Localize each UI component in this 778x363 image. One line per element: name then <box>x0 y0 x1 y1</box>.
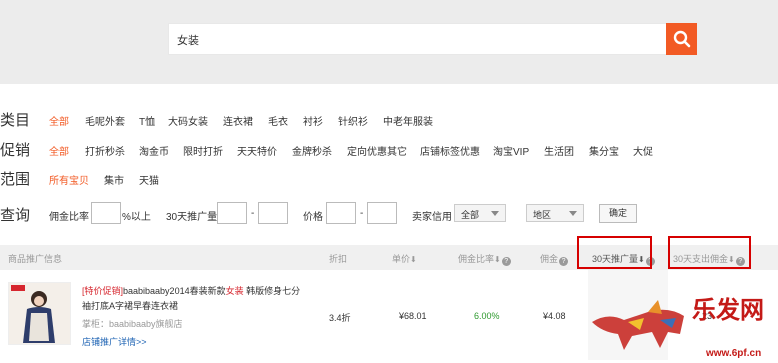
help-icon[interactable]: ? <box>559 257 569 266</box>
search-icon <box>673 30 691 48</box>
product-title-line1[interactable]: [特价促销]baabibaaby2014春装新款女装 韩版修身七分 <box>82 284 300 297</box>
region-select[interactable]: 地区 <box>526 204 584 222</box>
commission-rate-input[interactable] <box>91 202 121 224</box>
header-price[interactable]: 单价⬇ <box>392 252 417 265</box>
sales-max-input[interactable] <box>258 202 288 224</box>
promotion-option-all[interactable]: 全部 <box>49 143 69 158</box>
header-commission-rate-label: 佣金比率 <box>458 254 495 264</box>
category-option-sweater[interactable]: 毛衣 <box>268 113 288 128</box>
sales-min-input[interactable] <box>217 202 247 224</box>
scope-option-market[interactable]: 集市 <box>104 172 124 187</box>
category-option-tshirt[interactable]: T恤 <box>139 113 155 128</box>
region-value: 地区 <box>533 210 552 220</box>
header-commission-rate[interactable]: 佣金比率⬇? <box>458 252 511 266</box>
shop-detail-link[interactable]: 店铺推广详情>> <box>82 335 147 348</box>
highlight-box-sales <box>577 236 652 269</box>
category-option-dress[interactable]: 连衣裙 <box>223 113 253 128</box>
highlight-box-payout <box>668 236 751 269</box>
chevron-down-icon <box>491 211 499 216</box>
header-price-label: 单价 <box>392 254 411 264</box>
promotion-option-daily-deal[interactable]: 天天特价 <box>237 143 277 158</box>
promotion-option-flash-sale[interactable]: 打折秒杀 <box>85 143 125 158</box>
category-option-shirt[interactable]: 衬衫 <box>303 113 323 128</box>
seller-credit-value: 全部 <box>461 210 480 220</box>
shop-name: 掌柜：baabibaaby旗舰店 <box>82 319 183 329</box>
promotion-option-jifenbao[interactable]: 集分宝 <box>589 143 619 158</box>
promo-tag: [特价促销] <box>82 286 124 296</box>
cell-discount: 3.4折 <box>329 313 351 323</box>
price-label: 价格 <box>303 212 323 223</box>
confirm-button[interactable]: 确定 <box>599 204 637 223</box>
scope-option-tmall[interactable]: 天猫 <box>139 172 159 187</box>
product-title-a: baabibaaby2014春装新款 <box>123 286 226 296</box>
watermark-url: www.6pf.cn <box>706 348 762 359</box>
product-thumbnail[interactable] <box>8 282 71 345</box>
promotion-option-targeted[interactable]: 定向优惠其它 <box>347 143 407 158</box>
category-option-elderly[interactable]: 中老年服装 <box>383 113 433 128</box>
sort-down-icon: ⬇ <box>410 255 417 264</box>
category-option-wool-coat[interactable]: 毛呢外套 <box>85 113 125 128</box>
sales-range-dash: - <box>251 208 255 219</box>
scope-label: 范围 <box>0 171 31 188</box>
promotion-option-life-group[interactable]: 生活团 <box>544 143 574 158</box>
price-min-input[interactable] <box>326 202 356 224</box>
category-label: 类目 <box>0 112 31 129</box>
promotion-label: 促销 <box>0 142 31 159</box>
seller-credit-select[interactable]: 全部 <box>454 204 506 222</box>
price-max-input[interactable] <box>367 202 397 224</box>
header-product-info: 商品推广信息 <box>8 254 63 264</box>
cell-commission-rate: 6.00% <box>474 311 500 321</box>
table-header <box>0 245 778 270</box>
category-option-all[interactable]: 全部 <box>49 113 69 128</box>
search-input[interactable]: 女装 <box>168 23 668 55</box>
promotion-option-shop-tag[interactable]: 店铺标签优惠 <box>420 143 480 158</box>
category-option-knit[interactable]: 针织衫 <box>338 113 368 128</box>
query-label: 查询 <box>0 207 31 224</box>
price-range-dash: - <box>360 208 364 219</box>
cell-price: ¥68.01 <box>399 311 427 321</box>
help-icon[interactable]: ? <box>501 257 511 266</box>
seller-credit-label: 卖家信用 <box>412 212 452 223</box>
sort-down-icon: ⬇ <box>494 255 501 264</box>
commission-rate-label: 佣金比率 <box>49 212 89 223</box>
product-image <box>9 283 70 344</box>
product-title-keyword: 女装 <box>225 286 244 296</box>
chevron-down-icon <box>569 211 577 216</box>
product-title-line2[interactable]: 袖打底A字裙早春连衣裙 <box>82 299 178 312</box>
product-title-b: 韩版修身七分 <box>246 286 301 296</box>
header-commission[interactable]: 佣金? <box>540 252 569 266</box>
promotion-option-taojinbi[interactable]: 淘金币 <box>139 143 169 158</box>
promotion-option-big-promo[interactable]: 大促 <box>633 143 653 158</box>
search-input-value: 女装 <box>177 35 199 47</box>
sales-range-label: 30天推广量 <box>166 212 218 223</box>
promotion-option-taobao-vip[interactable]: 淘宝VIP <box>493 143 529 158</box>
promotion-option-gold-flash[interactable]: 金牌秒杀 <box>292 143 332 158</box>
watermark-logo-text: 乐发网 <box>692 295 764 324</box>
percent-above-label: %以上 <box>122 212 151 223</box>
scope-option-all-items[interactable]: 所有宝贝 <box>49 172 89 187</box>
promotion-option-limited-discount[interactable]: 限时打折 <box>183 143 223 158</box>
cell-commission: ¥4.08 <box>543 311 566 321</box>
search-button[interactable] <box>666 23 697 55</box>
header-discount: 折扣 <box>329 254 348 264</box>
category-option-plus-size[interactable]: 大码女装 <box>168 113 208 128</box>
header-commission-label: 佣金 <box>540 254 559 264</box>
